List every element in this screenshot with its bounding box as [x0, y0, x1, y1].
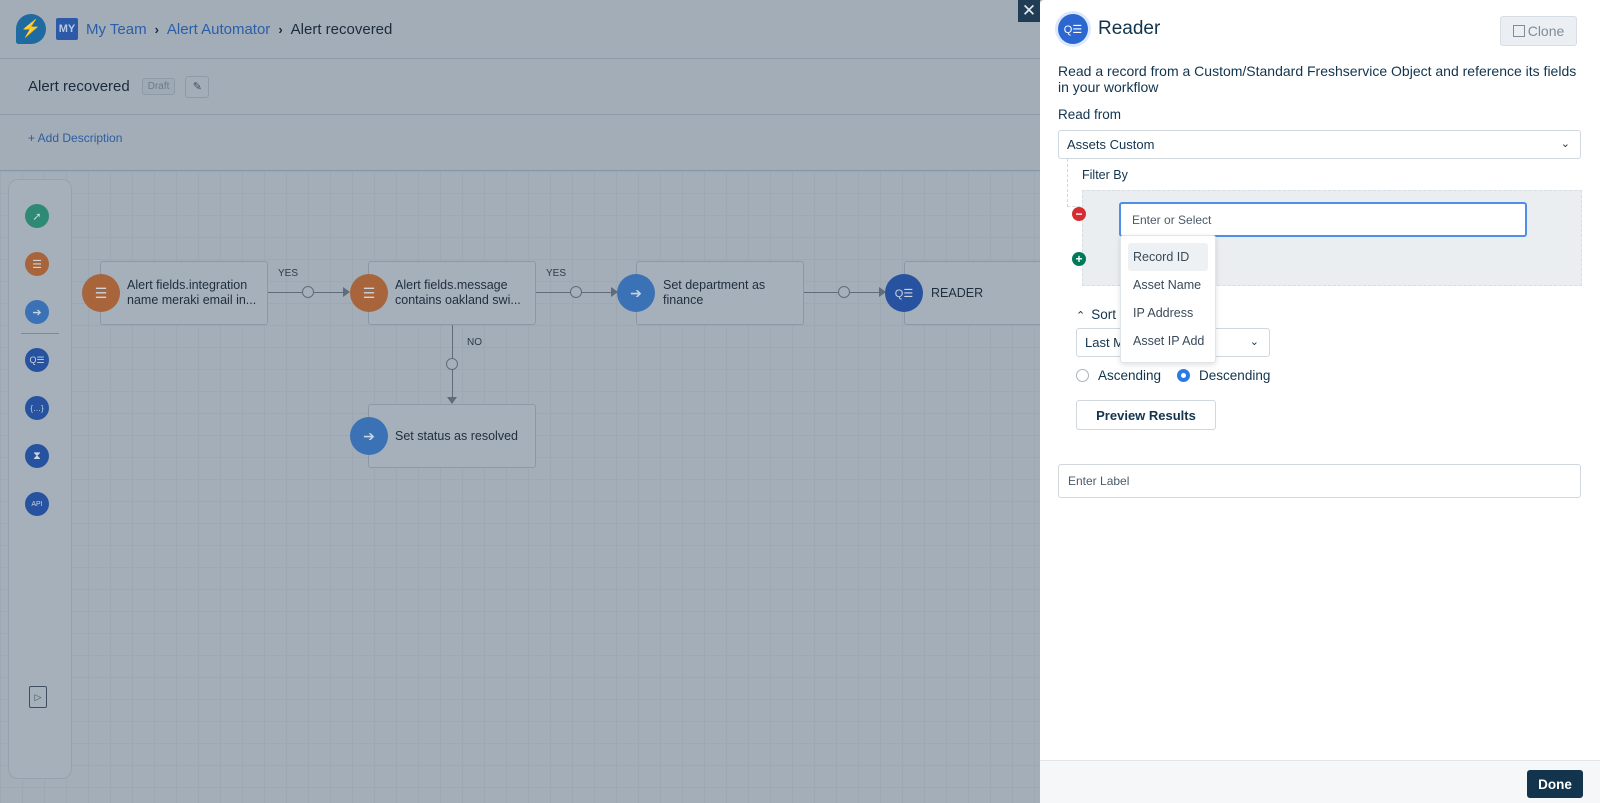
description-bar: + Add Description: [0, 115, 1040, 171]
expression-icon[interactable]: {…}: [25, 396, 49, 420]
pencil-icon: ✎: [192, 81, 202, 93]
label-input-placeholder: Enter Label: [1068, 474, 1130, 488]
action-icon: ➔: [617, 274, 655, 312]
node-label: Set department as finance: [663, 278, 766, 307]
add-node-handle[interactable]: [446, 358, 458, 370]
close-panel-button[interactable]: ✕: [1018, 0, 1040, 22]
sort-order-group: Ascending Descending: [1076, 368, 1270, 383]
read-from-value: Assets Custom: [1067, 137, 1155, 152]
close-icon: ✕: [1021, 1, 1037, 20]
filter-input-placeholder: Enter or Select: [1132, 212, 1212, 227]
chevron-down-icon: ⌄: [1560, 138, 1570, 150]
radio-descending[interactable]: [1177, 369, 1191, 382]
workflow-title-bar: Alert recovered Draft ✎: [0, 59, 1040, 115]
preview-results-button[interactable]: Preview Results: [1076, 400, 1216, 430]
filter-field-dropdown: Record ID Asset Name IP Address Asset IP…: [1120, 235, 1216, 363]
workflow-title: Alert recovered: [28, 78, 130, 95]
panel-title: Reader: [1098, 18, 1161, 39]
done-button[interactable]: Done: [1527, 770, 1583, 798]
arrow-icon: [447, 397, 457, 404]
descending-label[interactable]: Descending: [1199, 368, 1270, 383]
add-node-handle[interactable]: [302, 286, 314, 298]
dropdown-option[interactable]: Asset Name: [1128, 271, 1208, 299]
workflow-node-action-1[interactable]: Set department as finance: [636, 261, 804, 325]
condition-icon[interactable]: ☰: [25, 252, 49, 276]
add-node-handle[interactable]: [570, 286, 582, 298]
node-label: READER: [931, 285, 984, 300]
workflow-node-reader[interactable]: READER: [904, 261, 1054, 325]
workflow-node-action-2[interactable]: Set status as resolved: [368, 404, 536, 468]
workflow-node-condition-2[interactable]: Alert fields.message contains oakland sw…: [368, 261, 536, 325]
palette-divider: [21, 333, 59, 334]
reader-config-panel: Q☰ Reader Clone Read a record from a Cus…: [1040, 0, 1600, 803]
chevron-right-icon: ›: [278, 21, 283, 37]
top-bar: ⚡ MY My Team › Alert Automator › Alert r…: [0, 0, 1040, 59]
edit-title-button[interactable]: ✎: [185, 75, 210, 98]
node-label: Alert fields.integration name meraki ema…: [127, 278, 257, 307]
chevron-down-icon: ⌄: [1249, 336, 1259, 348]
read-from-label: Read from: [1058, 107, 1122, 122]
status-badge: Draft: [141, 78, 176, 95]
sort-field-value: Last M: [1085, 335, 1125, 350]
ascending-label[interactable]: Ascending: [1098, 368, 1161, 383]
node-label: Set status as resolved: [395, 428, 518, 443]
sort-toggle[interactable]: ⌃ Sort: [1076, 307, 1116, 322]
clone-label: Clone: [1527, 23, 1565, 39]
dropdown-option[interactable]: Asset IP Add: [1128, 327, 1208, 355]
clone-button[interactable]: Clone: [1500, 16, 1577, 46]
condition-icon: ☰: [82, 274, 120, 312]
action-icon: ➔: [350, 417, 388, 455]
breadcrumb-current: Alert recovered: [290, 20, 393, 38]
add-description-link[interactable]: + Add Description: [28, 131, 122, 145]
arrow-icon: [343, 287, 350, 297]
edge-label-no: NO: [467, 337, 482, 348]
workflow-node-condition-1[interactable]: Alert fields.integration name meraki ema…: [100, 261, 268, 325]
workflow-canvas[interactable]: ➚ ☰ ➔ Q☰ {…} ⧗ API ▷ Alert fields.integr…: [0, 171, 1054, 803]
node-label: Alert fields.message contains oakland sw…: [395, 278, 521, 307]
dropdown-option[interactable]: Record ID: [1128, 243, 1208, 271]
reader-icon: Q☰: [1058, 14, 1088, 44]
web-request-icon[interactable]: API: [25, 492, 49, 516]
panel-header: Q☰ Reader: [1058, 14, 1160, 44]
copy-icon: [1512, 25, 1525, 37]
timer-icon[interactable]: ⧗: [25, 444, 49, 468]
filter-by-label: Filter By: [1082, 168, 1128, 182]
reader-icon: Q☰: [885, 274, 923, 312]
filter-field-input[interactable]: Enter or Select: [1119, 202, 1527, 237]
sort-label: Sort: [1091, 307, 1116, 322]
read-from-select[interactable]: Assets Custom ⌄: [1058, 130, 1581, 159]
add-node-handle[interactable]: [838, 286, 850, 298]
radio-ascending[interactable]: [1076, 369, 1089, 382]
breadcrumb-alert-automator[interactable]: Alert Automator: [167, 21, 270, 38]
add-filter-icon[interactable]: +: [1072, 252, 1086, 266]
dropdown-option[interactable]: IP Address: [1128, 299, 1208, 327]
chevron-up-icon: ⌃: [1076, 310, 1086, 322]
panel-footer: Done: [1040, 760, 1600, 803]
node-label-input[interactable]: Enter Label: [1058, 464, 1581, 498]
reader-icon[interactable]: Q☰: [25, 348, 49, 372]
app: ⚡ MY My Team › Alert Automator › Alert r…: [0, 0, 1600, 803]
chevron-right-icon: ›: [154, 21, 159, 37]
lightning-icon[interactable]: ⚡: [16, 14, 46, 44]
action-icon[interactable]: ➔: [25, 300, 49, 324]
node-palette: ➚ ☰ ➔ Q☰ {…} ⧗ API ▷: [8, 179, 72, 779]
event-icon[interactable]: ➚: [25, 204, 49, 228]
workspace-badge: MY: [56, 18, 78, 40]
edge-label-yes: YES: [278, 268, 299, 279]
edge-label-yes: YES: [546, 268, 567, 279]
remove-filter-icon[interactable]: −: [1072, 207, 1086, 221]
docs-icon[interactable]: ▷: [29, 686, 47, 708]
breadcrumb-my-team[interactable]: My Team: [86, 21, 147, 38]
panel-description: Read a record from a Custom/Standard Fre…: [1058, 63, 1577, 95]
condition-icon: ☰: [350, 274, 388, 312]
